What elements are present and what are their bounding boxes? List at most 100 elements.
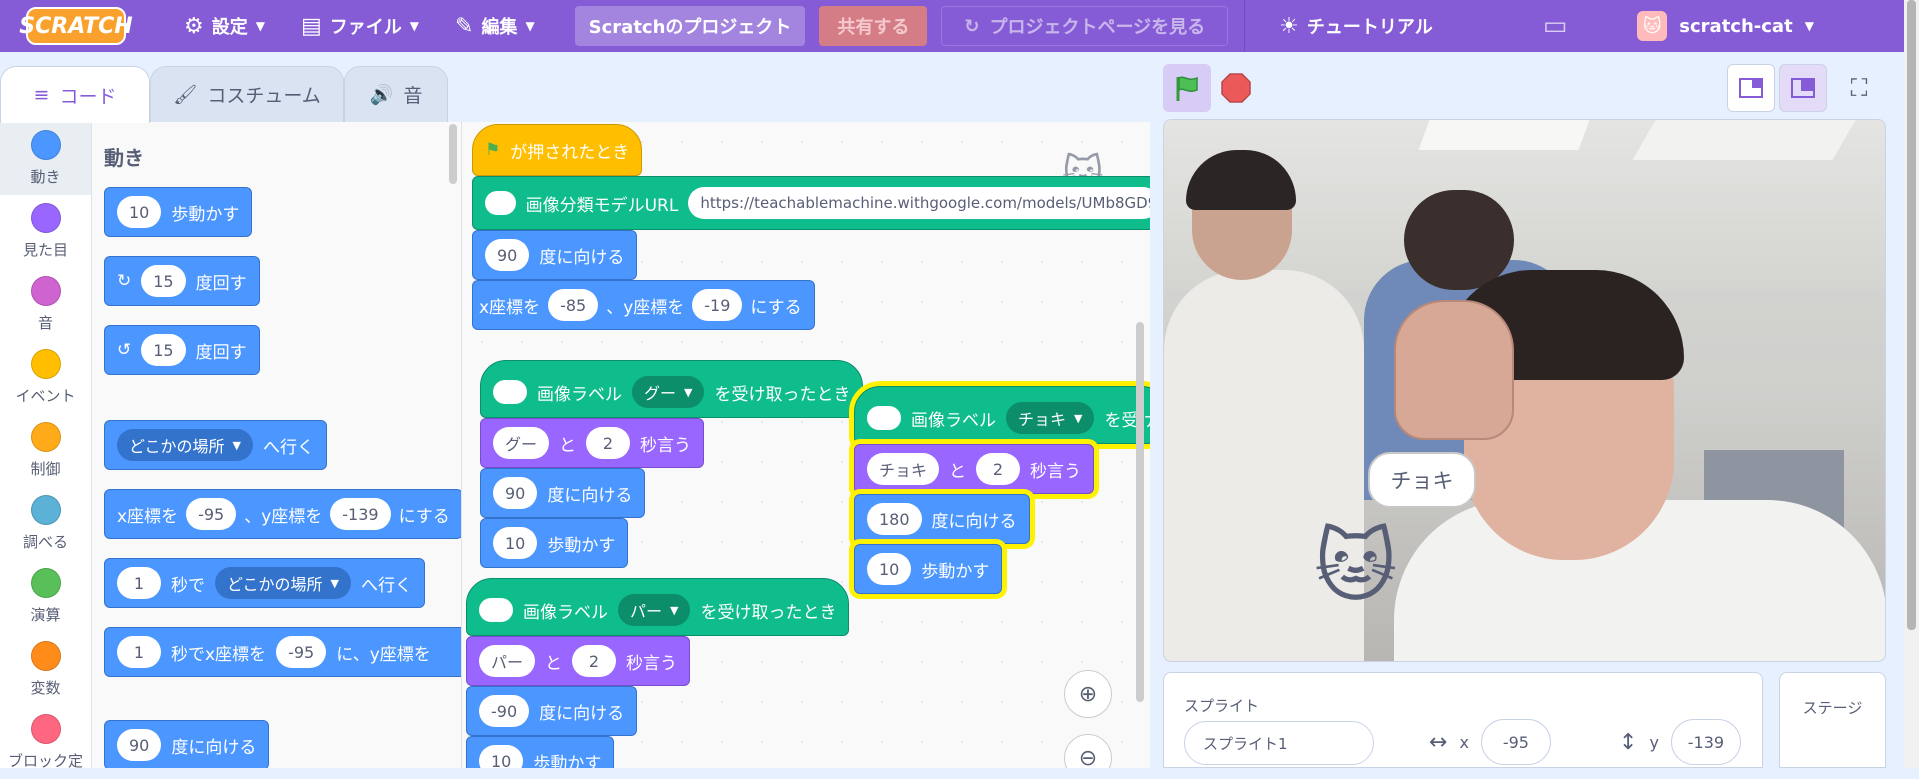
- seconds-input[interactable]: 2: [586, 427, 631, 459]
- tab-code[interactable]: ≡ コード: [0, 66, 150, 123]
- x-input[interactable]: -95: [186, 498, 237, 530]
- target-dropdown[interactable]: どこかの場所 ▼: [215, 567, 351, 599]
- x-input[interactable]: -95: [276, 636, 327, 668]
- move-steps-block[interactable]: 10 歩動かす: [466, 736, 615, 768]
- tutorials-button[interactable]: ☀ チュートリアル: [1261, 0, 1451, 52]
- palette-scrollbar[interactable]: [449, 124, 457, 184]
- tab-sounds[interactable]: 🔊 音: [344, 66, 448, 122]
- say-for-secs-block[interactable]: チョキ と 2 秒言う: [854, 444, 1095, 494]
- x-input[interactable]: -85: [548, 289, 599, 321]
- steps-input[interactable]: 10: [479, 745, 524, 768]
- move-steps-block[interactable]: 10 歩動かす: [480, 518, 629, 568]
- model-url-block[interactable]: 画像分類モデルURL https://teachablemachine.with…: [472, 176, 1150, 230]
- my-stuff-folder-icon[interactable]: ▭: [1543, 11, 1568, 41]
- point-direction-block[interactable]: 90 度に向ける: [104, 720, 270, 768]
- seconds-input[interactable]: 2: [976, 453, 1021, 485]
- large-stage-button[interactable]: [1779, 64, 1827, 112]
- fullscreen-button[interactable]: ⛶: [1835, 64, 1883, 112]
- project-title-input[interactable]: Scratchのプロジェクト: [574, 6, 806, 46]
- glide-to-xy-block[interactable]: 1 秒でx座標を -95 に、y座標を: [104, 627, 461, 677]
- seconds-input[interactable]: 1: [117, 636, 161, 668]
- cat-sprite[interactable]: 🐱: [1314, 520, 1397, 613]
- category-0[interactable]: 動き: [0, 122, 91, 195]
- point-direction-block[interactable]: 90 度に向ける: [472, 230, 638, 280]
- edit-menu[interactable]: ✎ 編集 ▼: [437, 0, 553, 52]
- category-4[interactable]: 制御: [0, 414, 91, 487]
- direction-input[interactable]: 90: [117, 729, 162, 761]
- block-text: 秒で: [171, 575, 205, 596]
- settings-menu[interactable]: ⚙ 設定 ▼: [166, 0, 283, 52]
- category-2[interactable]: 音: [0, 268, 91, 341]
- stage-selector[interactable]: ステージ: [1779, 672, 1886, 768]
- message-input[interactable]: グー: [493, 427, 550, 459]
- seconds-input[interactable]: 2: [572, 645, 617, 677]
- stop-button[interactable]: [1220, 72, 1252, 104]
- label-dropdown[interactable]: チョキ ▼: [1006, 402, 1095, 434]
- y-input[interactable]: -139: [330, 498, 391, 530]
- zoom-in-icon[interactable]: ⊕: [1064, 670, 1112, 718]
- steps-input[interactable]: 10: [117, 196, 162, 228]
- point-direction-block[interactable]: 90 度に向ける: [480, 468, 646, 518]
- category-6[interactable]: 演算: [0, 560, 91, 633]
- when-label-received-block[interactable]: 画像ラベル チョキ ▼ を受け: [854, 386, 1150, 444]
- y-input[interactable]: -19: [692, 289, 743, 321]
- message-input[interactable]: パー: [479, 645, 536, 677]
- label-dropdown[interactable]: グー ▼: [632, 376, 705, 408]
- go-to-xy-block[interactable]: x座標を -95 、y座標を -139 にする: [104, 489, 461, 539]
- glide-to-block[interactable]: 1 秒で どこかの場所 ▼ へ行く: [104, 558, 425, 608]
- turn-left-block[interactable]: ↺ 15 度回す: [104, 325, 260, 375]
- script-scrollbar[interactable]: [1136, 322, 1144, 702]
- script-area[interactable]: 🐱 ⚑ が押されたとき 画像分類モデルURL https://teachable…: [462, 122, 1150, 768]
- say-for-secs-block[interactable]: パー と 2 秒言う: [466, 636, 691, 686]
- label-dropdown[interactable]: パー ▼: [618, 594, 691, 626]
- steps-input[interactable]: 10: [493, 527, 538, 559]
- see-project-page-button[interactable]: ↻ プロジェクトページを見る: [941, 6, 1229, 46]
- when-label-received-block[interactable]: 画像ラベル パー ▼ を受け取ったとき: [466, 578, 850, 636]
- point-direction-block[interactable]: 180 度に向ける: [854, 494, 1030, 544]
- sprite-name-input[interactable]: スプライト1: [1184, 721, 1374, 765]
- move-steps-block[interactable]: 10 歩動かす: [104, 187, 253, 237]
- edit-label: 編集: [481, 17, 518, 38]
- when-label-received-block[interactable]: 画像ラベル グー ▼ を受け取ったとき: [480, 360, 864, 418]
- share-button[interactable]: 共有する: [819, 6, 928, 46]
- small-stage-button[interactable]: [1727, 64, 1775, 112]
- say-for-secs-block[interactable]: グー と 2 秒言う: [480, 418, 705, 468]
- category-3[interactable]: イベント: [0, 341, 91, 414]
- category-1[interactable]: 見た目: [0, 195, 91, 268]
- y-coordinate: ↕ y -139: [1619, 719, 1741, 765]
- scratch-logo[interactable]: SCRATCH: [19, 7, 133, 45]
- model-url-input[interactable]: https://teachablemachine.withgoogle.com/…: [688, 187, 1150, 219]
- direction-input[interactable]: 180: [867, 503, 922, 535]
- x-input[interactable]: -95: [1480, 719, 1551, 765]
- window-scrollbar[interactable]: [1904, 0, 1919, 768]
- block-text: 秒言う: [1030, 461, 1082, 482]
- go-to-xy-block[interactable]: x座標を -85 、y座標を -19 にする: [472, 280, 815, 330]
- zoom-out-icon[interactable]: ⊖: [1064, 734, 1112, 768]
- message-input[interactable]: チョキ: [867, 453, 940, 485]
- turn-right-block[interactable]: ↻ 15 度回す: [104, 256, 260, 306]
- tab-costumes[interactable]: 🖌 コスチューム: [150, 66, 344, 122]
- direction-input[interactable]: 90: [493, 477, 538, 509]
- category-5[interactable]: 調べる: [0, 487, 91, 560]
- move-steps-block[interactable]: 10 歩動かす: [854, 544, 1003, 594]
- category-color-dot: [30, 568, 61, 598]
- category-8[interactable]: ブロック定: [0, 706, 91, 779]
- category-7[interactable]: 変数: [0, 633, 91, 706]
- file-menu[interactable]: ▤ ファイル ▼: [283, 0, 437, 52]
- sprite-label: スプライト: [1184, 697, 1260, 715]
- green-flag-button[interactable]: [1163, 64, 1211, 112]
- account-menu[interactable]: 🐱 scratch-cat ▼: [1637, 11, 1814, 41]
- when-flag-clicked-block[interactable]: ⚑ が押されたとき: [472, 124, 643, 176]
- degrees-input[interactable]: 15: [141, 265, 186, 297]
- steps-input[interactable]: 10: [867, 553, 912, 585]
- seconds-input[interactable]: 1: [117, 567, 161, 599]
- degrees-input[interactable]: 15: [141, 334, 186, 366]
- stage-video-feed[interactable]: 🐱: [1163, 119, 1886, 662]
- direction-input[interactable]: 90: [485, 239, 530, 271]
- scrollbar-thumb[interactable]: [1907, 0, 1916, 630]
- direction-input[interactable]: -90: [479, 695, 530, 727]
- go-to-block[interactable]: どこかの場所 ▼ へ行く: [104, 420, 327, 470]
- point-direction-block[interactable]: -90 度に向ける: [466, 686, 638, 736]
- y-input[interactable]: -139: [1670, 719, 1741, 765]
- target-dropdown[interactable]: どこかの場所 ▼: [117, 429, 253, 461]
